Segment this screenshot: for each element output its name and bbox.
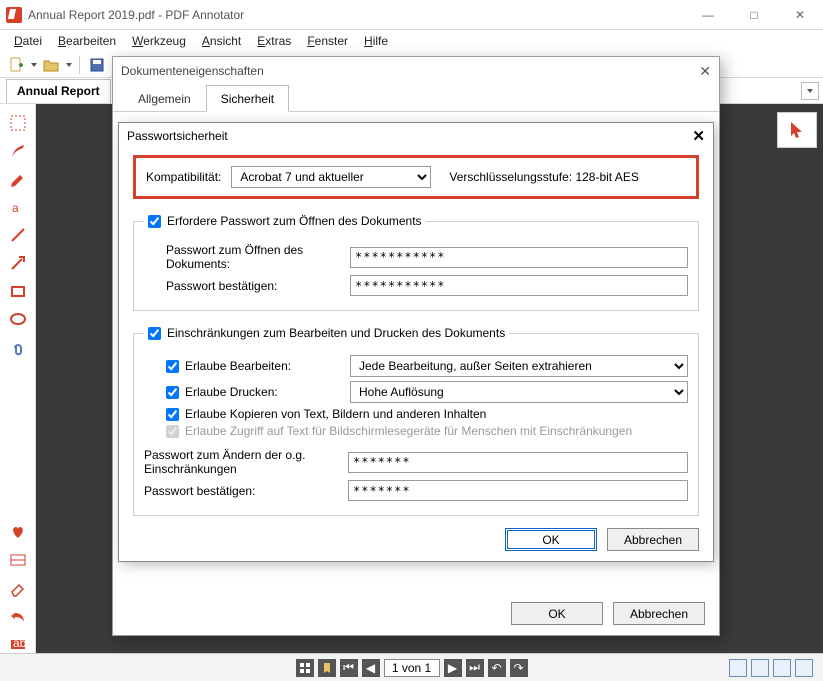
menubar: Datei Bearbeiten Werkzeug Ansicht Extras… bbox=[0, 30, 823, 52]
text-icon[interactable]: a bbox=[9, 198, 27, 216]
restrictions-group: Einschränkungen zum Bearbeiten und Druck… bbox=[133, 323, 699, 516]
tab-general[interactable]: Allgemein bbox=[123, 85, 206, 111]
perm-pw-confirm-input[interactable] bbox=[348, 480, 688, 501]
pwd-dialog-title: Passwortsicherheit bbox=[127, 129, 228, 143]
minimize-button[interactable]: — bbox=[685, 0, 731, 30]
ellipse-icon[interactable] bbox=[9, 310, 27, 328]
pwd-cancel-button[interactable]: Abbrechen bbox=[607, 528, 699, 551]
allow-copy-label: Erlaube Kopieren von Text, Bildern und a… bbox=[185, 407, 486, 421]
open-pw-confirm-label: Passwort bestätigen: bbox=[166, 279, 342, 293]
require-open-pw-checkbox[interactable] bbox=[148, 215, 161, 228]
highlighter-icon[interactable] bbox=[9, 170, 27, 188]
menu-bearbeiten[interactable]: Bearbeiten bbox=[52, 32, 122, 50]
text-box-icon[interactable]: abI bbox=[9, 635, 27, 653]
view-two-cont-icon[interactable] bbox=[795, 659, 813, 677]
view-two-icon[interactable] bbox=[773, 659, 791, 677]
password-security-dialog: Passwortsicherheit ✕ Kompatibilität: Acr… bbox=[118, 122, 714, 562]
pwd-close-icon[interactable]: ✕ bbox=[692, 127, 705, 145]
view-cont-icon[interactable] bbox=[751, 659, 769, 677]
menu-werkzeug[interactable]: Werkzeug bbox=[126, 32, 192, 50]
eraser-icon[interactable] bbox=[9, 579, 27, 597]
encryption-level-label: Verschlüsselungsstufe: 128-bit AES bbox=[449, 170, 638, 184]
document-tab[interactable]: Annual Report bbox=[6, 79, 111, 103]
pen-icon[interactable] bbox=[9, 142, 27, 160]
svg-text:a: a bbox=[12, 201, 19, 215]
thumbs-icon[interactable] bbox=[296, 659, 314, 677]
pwd-ok-button[interactable]: OK bbox=[505, 528, 597, 551]
compatibility-row: Kompatibilität: Acrobat 7 und aktueller … bbox=[133, 155, 699, 199]
require-open-pw-label: Erfordere Passwort zum Öffnen des Dokume… bbox=[167, 214, 422, 228]
restrictions-legend: Einschränkungen zum Bearbeiten und Druck… bbox=[167, 326, 505, 340]
props-dialog-title: Dokumenteneigenschaften bbox=[121, 64, 264, 78]
menu-extras[interactable]: Extras bbox=[251, 32, 297, 50]
menu-hilfe[interactable]: Hilfe bbox=[358, 32, 394, 50]
open-pw-label: Passwort zum Öffnen des Dokuments: bbox=[166, 243, 342, 271]
props-ok-button[interactable]: OK bbox=[511, 602, 603, 625]
undo-icon[interactable] bbox=[9, 607, 27, 625]
close-button[interactable]: ✕ bbox=[777, 0, 823, 30]
heart-icon[interactable] bbox=[9, 523, 27, 541]
allow-print-select[interactable]: Hohe Auflösung bbox=[350, 381, 688, 403]
rect-select-icon[interactable] bbox=[9, 114, 27, 132]
tab-dropdown[interactable] bbox=[801, 82, 819, 100]
app-icon bbox=[6, 7, 22, 23]
allow-access-checkbox bbox=[166, 425, 179, 438]
allow-edit-checkbox[interactable] bbox=[166, 360, 179, 373]
prev-page-icon[interactable]: ◀ bbox=[362, 659, 380, 677]
compat-select[interactable]: Acrobat 7 und aktueller bbox=[231, 166, 431, 188]
restrictions-checkbox[interactable] bbox=[148, 327, 161, 340]
line-icon[interactable] bbox=[9, 226, 27, 244]
props-cancel-button[interactable]: Abbrechen bbox=[613, 602, 705, 625]
nav-back-icon[interactable]: ↶ bbox=[488, 659, 506, 677]
save-icon[interactable] bbox=[87, 55, 107, 75]
allow-access-label: Erlaube Zugriff auf Text für Bildschirml… bbox=[185, 424, 632, 438]
statusbar: ⏮ ◀ ▶ ⏭ ↶ ↷ bbox=[0, 653, 823, 681]
allow-edit-select[interactable]: Jede Bearbeitung, außer Seiten extrahier… bbox=[350, 355, 688, 377]
allow-edit-label: Erlaube Bearbeiten: bbox=[185, 359, 291, 373]
rect-icon[interactable] bbox=[9, 282, 27, 300]
window-title: Annual Report 2019.pdf - PDF Annotator bbox=[28, 8, 244, 22]
open-password-group: Erfordere Passwort zum Öffnen des Dokume… bbox=[133, 211, 699, 311]
menu-datei[interactable]: Datei bbox=[8, 32, 48, 50]
allow-print-label: Erlaube Drucken: bbox=[185, 385, 278, 399]
attachment-icon[interactable] bbox=[9, 338, 27, 356]
new-doc-dropdown[interactable] bbox=[30, 55, 37, 75]
open-folder-icon[interactable] bbox=[41, 55, 61, 75]
open-dropdown[interactable] bbox=[65, 55, 72, 75]
stamp-icon[interactable] bbox=[9, 551, 27, 569]
next-page-icon[interactable]: ▶ bbox=[444, 659, 462, 677]
maximize-button[interactable]: □ bbox=[731, 0, 777, 30]
perm-pw-confirm-label: Passwort bestätigen: bbox=[144, 484, 340, 498]
menu-fenster[interactable]: Fenster bbox=[301, 32, 354, 50]
allow-print-checkbox[interactable] bbox=[166, 386, 179, 399]
allow-copy-checkbox[interactable] bbox=[166, 408, 179, 421]
cursor-red-icon bbox=[788, 121, 806, 139]
titlebar: Annual Report 2019.pdf - PDF Annotator —… bbox=[0, 0, 823, 30]
bookmark-nav-icon[interactable] bbox=[318, 659, 336, 677]
perm-pw-input[interactable] bbox=[348, 452, 688, 473]
tab-security[interactable]: Sicherheit bbox=[206, 85, 289, 112]
svg-text:abI: abI bbox=[13, 636, 27, 650]
open-pw-input[interactable] bbox=[350, 247, 688, 268]
view-single-icon[interactable] bbox=[729, 659, 747, 677]
compat-label: Kompatibilität: bbox=[146, 170, 221, 184]
cursor-palette[interactable] bbox=[777, 112, 817, 148]
first-page-icon[interactable]: ⏮ bbox=[340, 659, 358, 677]
sidebar: a abI bbox=[0, 104, 36, 653]
page-input[interactable] bbox=[384, 659, 440, 677]
props-close-icon[interactable]: ✕ bbox=[699, 63, 711, 80]
open-pw-confirm-input[interactable] bbox=[350, 275, 688, 296]
nav-fwd-icon[interactable]: ↷ bbox=[510, 659, 528, 677]
perm-pw-label: Passwort zum Ändern der o.g. Einschränku… bbox=[144, 448, 340, 476]
arrow-icon[interactable] bbox=[9, 254, 27, 272]
new-doc-icon[interactable] bbox=[6, 55, 26, 75]
last-page-icon[interactable]: ⏭ bbox=[466, 659, 484, 677]
menu-ansicht[interactable]: Ansicht bbox=[196, 32, 247, 50]
